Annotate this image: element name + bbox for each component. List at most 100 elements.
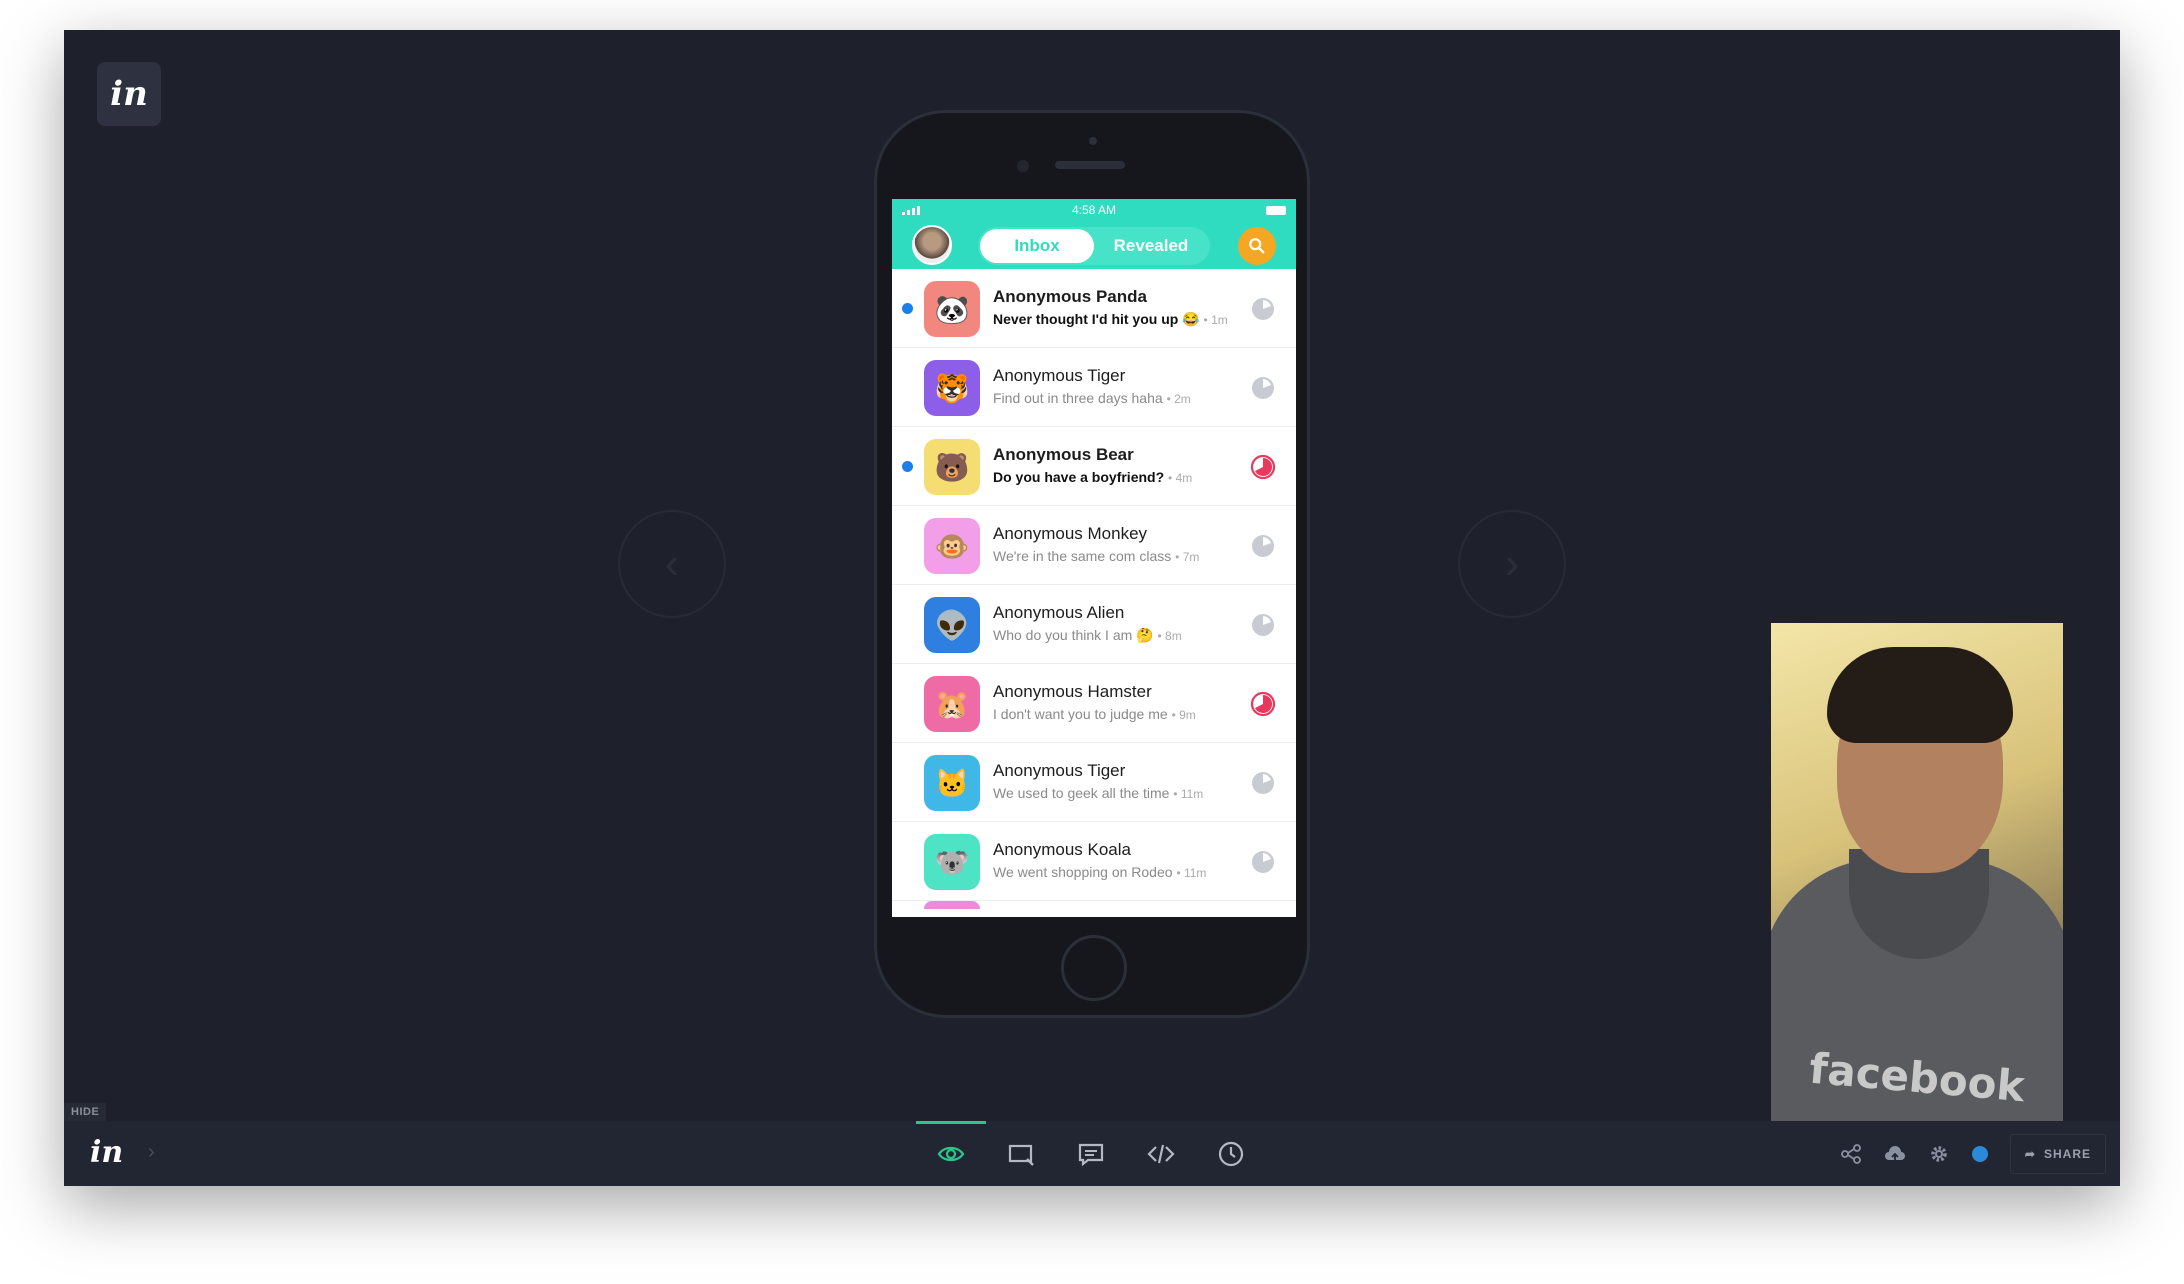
sync-button[interactable] xyxy=(1884,1143,1906,1165)
sender-name: Anonymous Koala xyxy=(993,840,1131,859)
message-text: I don't want you to judge me xyxy=(993,706,1168,722)
anonymous-avatar-icon: 👽 xyxy=(924,597,980,653)
message-preview: Find out in three days haha • 2m xyxy=(993,390,1246,406)
conversation-list: 🐼 Anonymous Panda Never thought I'd hit yo… xyxy=(892,269,1296,901)
message-time: • 11m xyxy=(1176,866,1207,880)
comment-icon xyxy=(1078,1143,1104,1166)
chevron-right-icon: › xyxy=(1504,539,1520,588)
message-text: Do you have a boyfriend? xyxy=(993,469,1165,485)
history-mode-button[interactable] xyxy=(1196,1121,1266,1186)
mode-switcher xyxy=(916,1121,1266,1186)
list-item[interactable]: 🐼 Anonymous Panda Never thought I'd hit yo… xyxy=(892,269,1296,348)
toolbar-actions: ➦ SHARE xyxy=(1840,1121,2106,1186)
user-status-dot[interactable] xyxy=(1971,1145,1988,1162)
next-screen-button[interactable]: › xyxy=(1458,510,1566,618)
anonymous-avatar-icon: 🐯 xyxy=(924,360,980,416)
search-icon xyxy=(1249,238,1265,254)
gear-icon xyxy=(1931,1145,1947,1162)
list-item[interactable]: 🐱 Anonymous Tiger We used to geek all the … xyxy=(892,743,1296,822)
list-item[interactable]: 🐻 Anonymous Bear Do you have a boyfriend? … xyxy=(892,427,1296,506)
message-time: • 1m xyxy=(1203,313,1228,327)
share-button[interactable]: ➦ SHARE xyxy=(2009,1133,2106,1174)
unread-dot xyxy=(902,461,913,472)
preview-mode-button[interactable] xyxy=(916,1121,986,1186)
screen-select-icon xyxy=(1008,1144,1034,1166)
code-icon xyxy=(1147,1144,1175,1163)
cloud-upload-icon xyxy=(1884,1145,1905,1162)
share-label: SHARE xyxy=(2043,1146,2091,1161)
sender-name: Anonymous Bear xyxy=(993,445,1134,464)
message-preview: I don't want you to judge me • 9m xyxy=(993,706,1246,722)
message-text: Find out in three days haha xyxy=(993,390,1163,406)
list-item[interactable]: 👽 Anonymous Alien Who do you think I am 🤔 … xyxy=(892,585,1296,664)
home-button[interactable] xyxy=(1061,935,1127,1001)
timer-icon xyxy=(1252,377,1274,399)
unread-dot xyxy=(902,303,913,314)
message-time: • 9m xyxy=(1171,708,1196,722)
anonymous-avatar-icon: 🐹 xyxy=(924,676,980,732)
anonymous-avatar-icon: 🐼 xyxy=(924,281,980,337)
sender-name: Anonymous Panda xyxy=(993,287,1147,306)
search-button[interactable] xyxy=(1238,227,1276,265)
tab-revealed[interactable]: Revealed xyxy=(1094,229,1208,263)
invision-logo-small[interactable]: in xyxy=(90,1135,123,1170)
status-bar: 4:58 AM xyxy=(892,199,1296,221)
timer-icon xyxy=(1250,454,1276,480)
sender-name: Anonymous Monkey xyxy=(993,524,1148,543)
timer-icon xyxy=(1252,298,1274,320)
sender-name: Anonymous Tiger xyxy=(993,366,1126,385)
phone-speaker xyxy=(1055,161,1125,169)
sender-name: Anonymous Hamster xyxy=(993,682,1152,701)
share-nodes-icon xyxy=(1841,1143,1861,1164)
timer-icon xyxy=(1252,614,1274,636)
webcam-person-hair xyxy=(1827,647,2013,743)
message-preview: We're in the same com class • 7m xyxy=(993,548,1246,564)
message-time: • 4m xyxy=(1168,471,1193,485)
webcam-video: facebook xyxy=(1771,623,2063,1125)
message-preview: Never thought I'd hit you up 😂 • 1m xyxy=(993,311,1246,328)
message-text: We used to geek all the time xyxy=(993,785,1170,801)
chevron-right-icon[interactable]: › xyxy=(148,1141,155,1164)
message-preview: Who do you think I am 🤔 • 8m xyxy=(993,627,1246,644)
sender-name: Anonymous Tiger xyxy=(993,761,1126,780)
message-text: Never thought I'd hit you up 😂 xyxy=(993,311,1200,327)
previous-screen-button[interactable]: ‹ xyxy=(618,510,726,618)
message-text: We're in the same com class xyxy=(993,548,1172,564)
inspect-mode-button[interactable] xyxy=(1126,1121,1196,1186)
hide-toolbar-button[interactable]: HIDE xyxy=(64,1103,107,1121)
eye-icon xyxy=(937,1146,965,1161)
invision-logo[interactable]: in xyxy=(97,62,161,126)
partial-list-item xyxy=(892,901,1296,909)
list-item[interactable]: 🐨 Anonymous Koala We went shopping on Rode… xyxy=(892,822,1296,901)
timer-icon xyxy=(1252,851,1274,873)
anonymous-avatar-icon: 🐵 xyxy=(924,518,980,574)
chevron-left-icon: ‹ xyxy=(664,539,680,588)
anonymous-avatar-icon: 🐻 xyxy=(924,439,980,495)
clock-icon xyxy=(1218,1141,1244,1166)
avatar[interactable] xyxy=(912,225,952,265)
phone-screen: 4:58 AM Inbox Revealed 🐼 Anonymous Panda N… xyxy=(892,199,1296,917)
message-time: • 8m xyxy=(1157,629,1182,643)
message-preview: We used to geek all the time • 11m xyxy=(993,785,1246,801)
phone-mockup: 4:58 AM Inbox Revealed 🐼 Anonymous Panda N… xyxy=(874,110,1310,1018)
tab-inbox[interactable]: Inbox xyxy=(980,229,1094,263)
phone-sensor xyxy=(1017,160,1029,172)
message-time: • 2m xyxy=(1166,392,1191,406)
message-time: • 11m xyxy=(1173,787,1204,801)
list-item[interactable]: 🐵 Anonymous Monkey We're in the same com c… xyxy=(892,506,1296,585)
timer-icon xyxy=(1250,691,1276,717)
list-item[interactable]: 🐹 Anonymous Hamster I don't want you to ju… xyxy=(892,664,1296,743)
phone-camera xyxy=(1089,137,1097,145)
message-preview: We went shopping on Rodeo • 11m xyxy=(993,864,1246,880)
settings-button[interactable] xyxy=(1928,1143,1950,1165)
list-item[interactable]: 🐯 Anonymous Tiger Find out in three days h… xyxy=(892,348,1296,427)
prototype-viewer: in ‹ › 4:58 AM Inbox Revealed 🐼 Anonymou… xyxy=(64,30,2120,1186)
build-mode-button[interactable] xyxy=(986,1121,1056,1186)
timer-icon xyxy=(1252,772,1274,794)
share-arrow-icon: ➦ xyxy=(2024,1146,2036,1161)
share-link-button[interactable] xyxy=(1840,1143,1862,1165)
comment-mode-button[interactable] xyxy=(1056,1121,1126,1186)
anonymous-avatar-icon: 🐱 xyxy=(924,755,980,811)
message-text: We went shopping on Rodeo xyxy=(993,864,1173,880)
sender-name: Anonymous Alien xyxy=(993,603,1125,622)
